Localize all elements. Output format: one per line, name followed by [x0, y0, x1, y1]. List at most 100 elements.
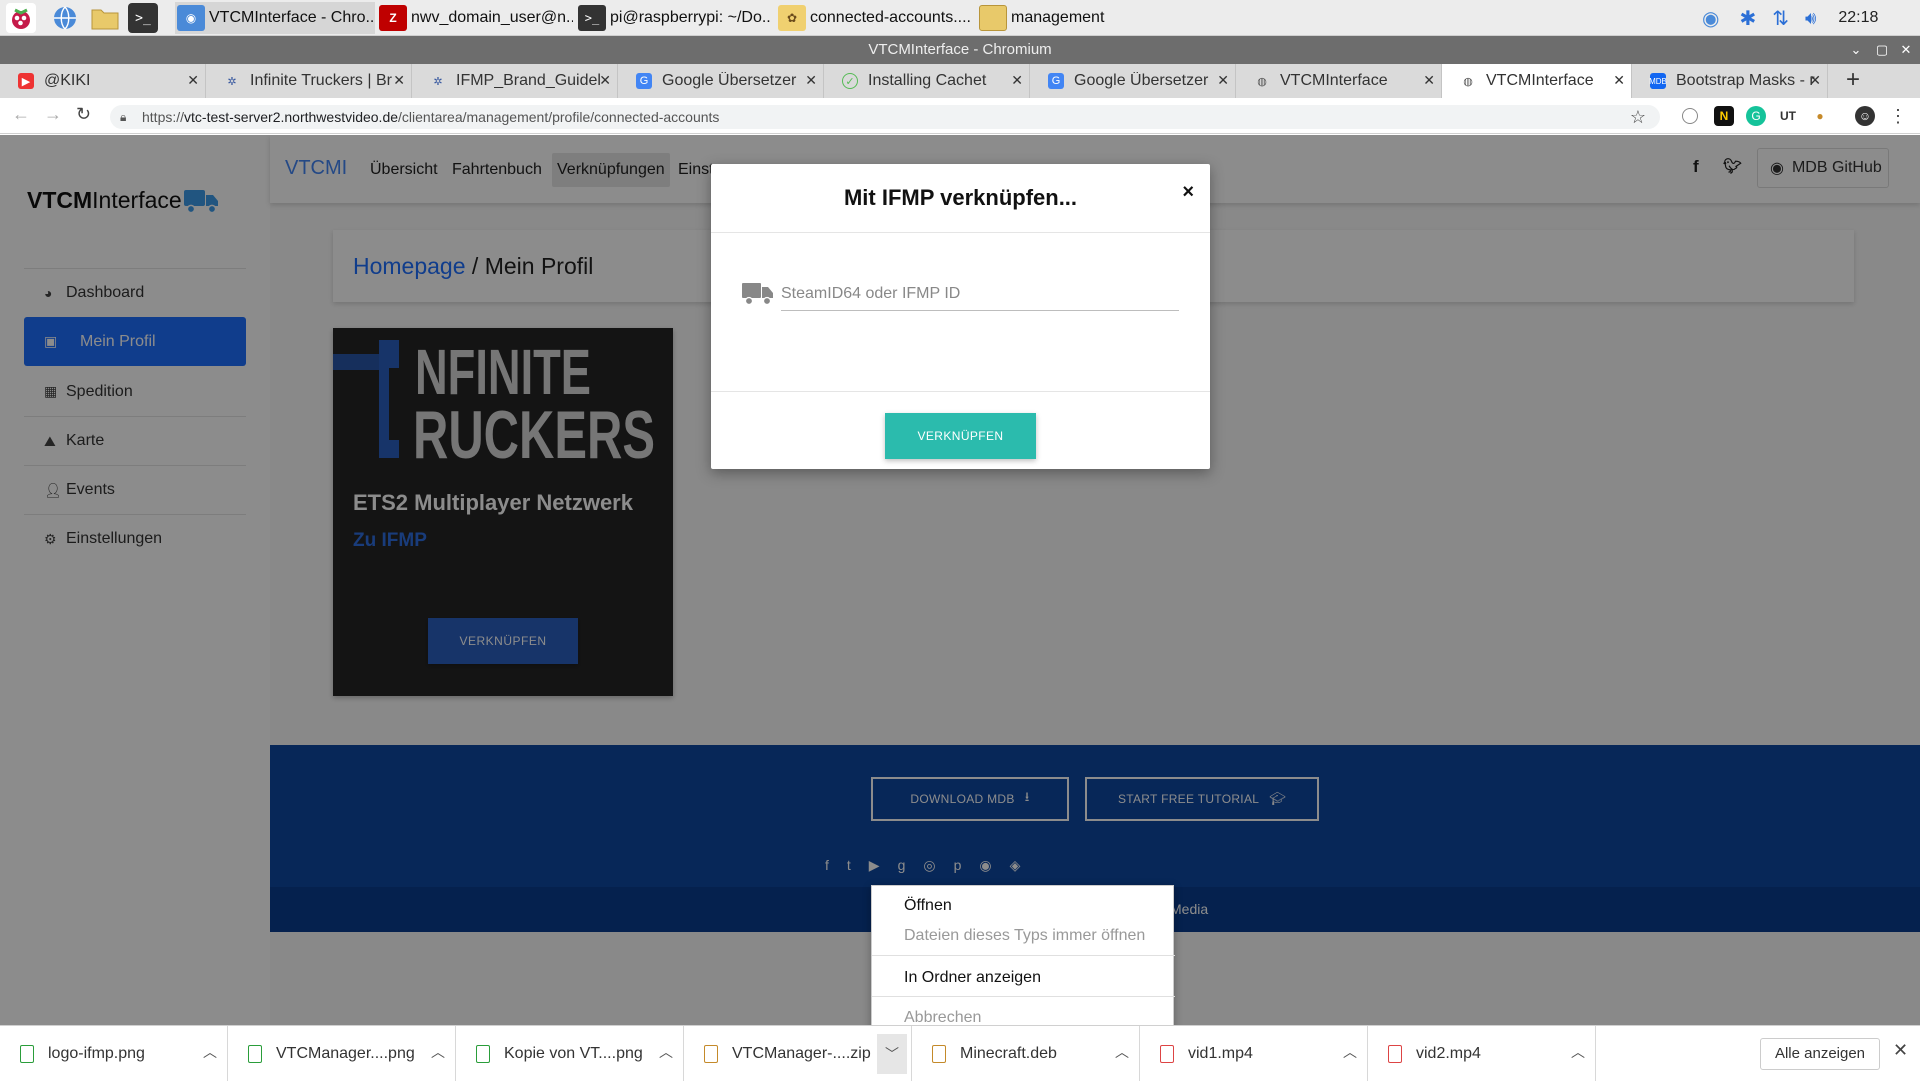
- modal-title: Mit IFMP verknüpfen...: [843, 185, 1078, 210]
- forward-icon[interactable]: →: [44, 104, 62, 125]
- tab-infinite-truckers[interactable]: ✲ Infinite Truckers | Br ✕: [206, 64, 412, 98]
- image-file-icon: [20, 1044, 34, 1063]
- tab-close-icon[interactable]: ✕: [599, 72, 611, 89]
- image-file-icon: [476, 1044, 490, 1063]
- link-ifmp-modal: Mit IFMP verknüpfen... × VERKNÜPFEN: [711, 164, 1210, 469]
- translate-icon: G: [1048, 73, 1064, 89]
- gimp-icon: ✿: [778, 5, 806, 31]
- tab-close-icon[interactable]: ✕: [393, 72, 405, 89]
- menu-item-open[interactable]: Öffnen: [904, 897, 952, 915]
- profile-avatar-icon[interactable]: ☺: [1855, 106, 1875, 126]
- bluetooth-icon[interactable]: ✱: [1739, 6, 1756, 31]
- modal-footer: VERKNÜPFEN: [711, 391, 1210, 469]
- chevron-up-icon[interactable]: ︿: [1571, 1042, 1585, 1062]
- tab-google-translate-2[interactable]: G Google Übersetzer ✕: [1030, 64, 1236, 98]
- chevron-up-icon[interactable]: ︿: [1343, 1042, 1357, 1062]
- tab-close-icon[interactable]: ✕: [1613, 72, 1625, 89]
- address-bar: ← → ↻ 🔒︎ https://vtc-test-server2.northw…: [0, 98, 1920, 134]
- volume-icon[interactable]: 🔊︎: [1805, 8, 1816, 29]
- cookie-icon[interactable]: ●: [1810, 106, 1830, 126]
- url-field[interactable]: 🔒︎ https://vtc-test-server2.northwestvid…: [110, 105, 1660, 129]
- download-shelf: logo-ifmp.png ︿ VTCManager....png ︿ Kopi…: [0, 1025, 1920, 1081]
- menu-separator: [872, 955, 1175, 956]
- translate-icon: G: [636, 73, 652, 89]
- browser-launcher-icon[interactable]: [50, 3, 80, 33]
- new-tab-button[interactable]: +: [1846, 66, 1860, 94]
- close-window-icon[interactable]: ✕: [1896, 36, 1916, 64]
- chevron-up-icon[interactable]: ︿: [203, 1042, 217, 1062]
- tab-close-icon[interactable]: ✕: [187, 72, 199, 89]
- task-gimp[interactable]: ✿ connected-accounts....: [776, 2, 972, 34]
- file-manager-icon[interactable]: [90, 3, 120, 33]
- terminal-launcher-icon[interactable]: >_: [128, 3, 158, 33]
- browser-menu-icon[interactable]: ⋮: [1888, 106, 1908, 126]
- chromium-tray-icon[interactable]: ◉: [1702, 6, 1719, 31]
- tab-strip: ▶ @KIKI ✕ ✲ Infinite Truckers | Br ✕ ✲ I…: [0, 64, 1920, 98]
- tab-close-icon[interactable]: ✕: [1217, 72, 1229, 89]
- download-item[interactable]: vid1.mp4 ︿: [1140, 1026, 1368, 1081]
- tab-close-icon[interactable]: ✕: [805, 72, 817, 89]
- tab-ifmp-brand-guide[interactable]: ✲ IFMP_Brand_Guidel ✕: [412, 64, 618, 98]
- download-context-menu: Öffnen Dateien dieses Typs immer öffnen …: [871, 885, 1175, 1035]
- globe-icon: ◍: [1463, 75, 1473, 88]
- chevron-up-icon[interactable]: ︿: [1115, 1042, 1129, 1062]
- chevron-up-icon[interactable]: ︿: [659, 1042, 673, 1062]
- lock-icon: 🔒︎: [120, 110, 127, 124]
- show-all-downloads-button[interactable]: Alle anzeigen: [1760, 1038, 1880, 1070]
- minimize-icon[interactable]: ⌄: [1846, 36, 1866, 64]
- tab-vtcminterface-active[interactable]: ◍ VTCMInterface ✕: [1442, 64, 1632, 98]
- globe-icon: ◍: [1257, 75, 1267, 88]
- chromium-icon: ◉: [177, 5, 205, 31]
- connect-button[interactable]: VERKNÜPFEN: [885, 413, 1036, 459]
- zip-file-icon: [704, 1044, 718, 1063]
- ifmp-icon: ✲: [433, 75, 443, 88]
- menu-item-always-open: Dateien dieses Typs immer öffnen: [904, 927, 1146, 944]
- tab-google-translate[interactable]: G Google Übersetzer ✕: [618, 64, 824, 98]
- download-item[interactable]: VTCManager....png ︿: [228, 1026, 456, 1081]
- close-shelf-icon[interactable]: ✕: [1893, 1040, 1908, 1061]
- video-file-icon: [1388, 1044, 1402, 1063]
- download-item[interactable]: vid2.mp4 ︿: [1368, 1026, 1596, 1081]
- chevron-down-icon[interactable]: ﹀: [877, 1034, 907, 1074]
- window-title: VTCMInterface - Chromium: [868, 41, 1052, 58]
- clock[interactable]: 22:18: [1838, 9, 1878, 27]
- download-item[interactable]: Kopie von VT....png ︿: [456, 1026, 684, 1081]
- folder-icon: [979, 5, 1007, 31]
- terminal-icon: >_: [578, 5, 606, 31]
- tab-close-icon[interactable]: ✕: [1011, 72, 1023, 89]
- raspberry-menu-icon[interactable]: [6, 3, 36, 33]
- os-taskbar: >_ ◉ VTCMInterface - Chro... Z nwv_domai…: [0, 0, 1920, 36]
- tab-kiki[interactable]: ▶ @KIKI ✕: [0, 64, 206, 98]
- youtube-icon: ▶: [18, 73, 34, 89]
- tab-close-icon[interactable]: ✕: [1423, 72, 1435, 89]
- download-item[interactable]: VTCManager-....zip ﹀: [684, 1026, 912, 1081]
- maximize-icon[interactable]: ▢: [1872, 36, 1892, 64]
- download-item[interactable]: logo-ifmp.png ︿: [0, 1026, 228, 1081]
- menu-separator: [872, 996, 1175, 997]
- tab-installing-cachet[interactable]: ✓ Installing Cachet ✕: [824, 64, 1030, 98]
- video-file-icon: [1160, 1044, 1174, 1063]
- task-filezilla[interactable]: Z nwv_domain_user@n...: [377, 2, 573, 34]
- tab-close-icon[interactable]: ✕: [1809, 72, 1821, 89]
- modal-close-button[interactable]: ×: [1182, 181, 1194, 204]
- grammarly-icon[interactable]: G: [1746, 106, 1766, 126]
- extension-im-icon[interactable]: N: [1714, 106, 1734, 126]
- extension-ut-icon[interactable]: UT: [1778, 106, 1798, 126]
- ifmp-icon: ✲: [227, 75, 237, 88]
- task-folder[interactable]: management: [977, 2, 1177, 34]
- truck-icon: [742, 281, 774, 314]
- reload-icon[interactable]: ↻: [76, 104, 91, 125]
- chevron-up-icon[interactable]: ︿: [431, 1042, 445, 1062]
- tab-bootstrap-masks[interactable]: MDB Bootstrap Masks - r ✕: [1632, 64, 1828, 98]
- back-icon[interactable]: ←: [12, 104, 30, 125]
- menu-item-show-in-folder[interactable]: In Ordner anzeigen: [904, 969, 1041, 987]
- image-file-icon: [248, 1044, 262, 1063]
- network-icon[interactable]: ⇅: [1772, 6, 1789, 31]
- bookmark-star-icon[interactable]: ☆: [1630, 105, 1646, 129]
- download-item[interactable]: Minecraft.deb ︿: [912, 1026, 1140, 1081]
- steamid-input[interactable]: [781, 277, 1179, 311]
- task-terminal[interactable]: >_ pi@raspberrypi: ~/Do...: [576, 2, 772, 34]
- extension-circle-icon[interactable]: [1682, 108, 1698, 124]
- task-chromium[interactable]: ◉ VTCMInterface - Chro...: [175, 2, 375, 34]
- tab-vtcminterface[interactable]: ◍ VTCMInterface ✕: [1236, 64, 1442, 98]
